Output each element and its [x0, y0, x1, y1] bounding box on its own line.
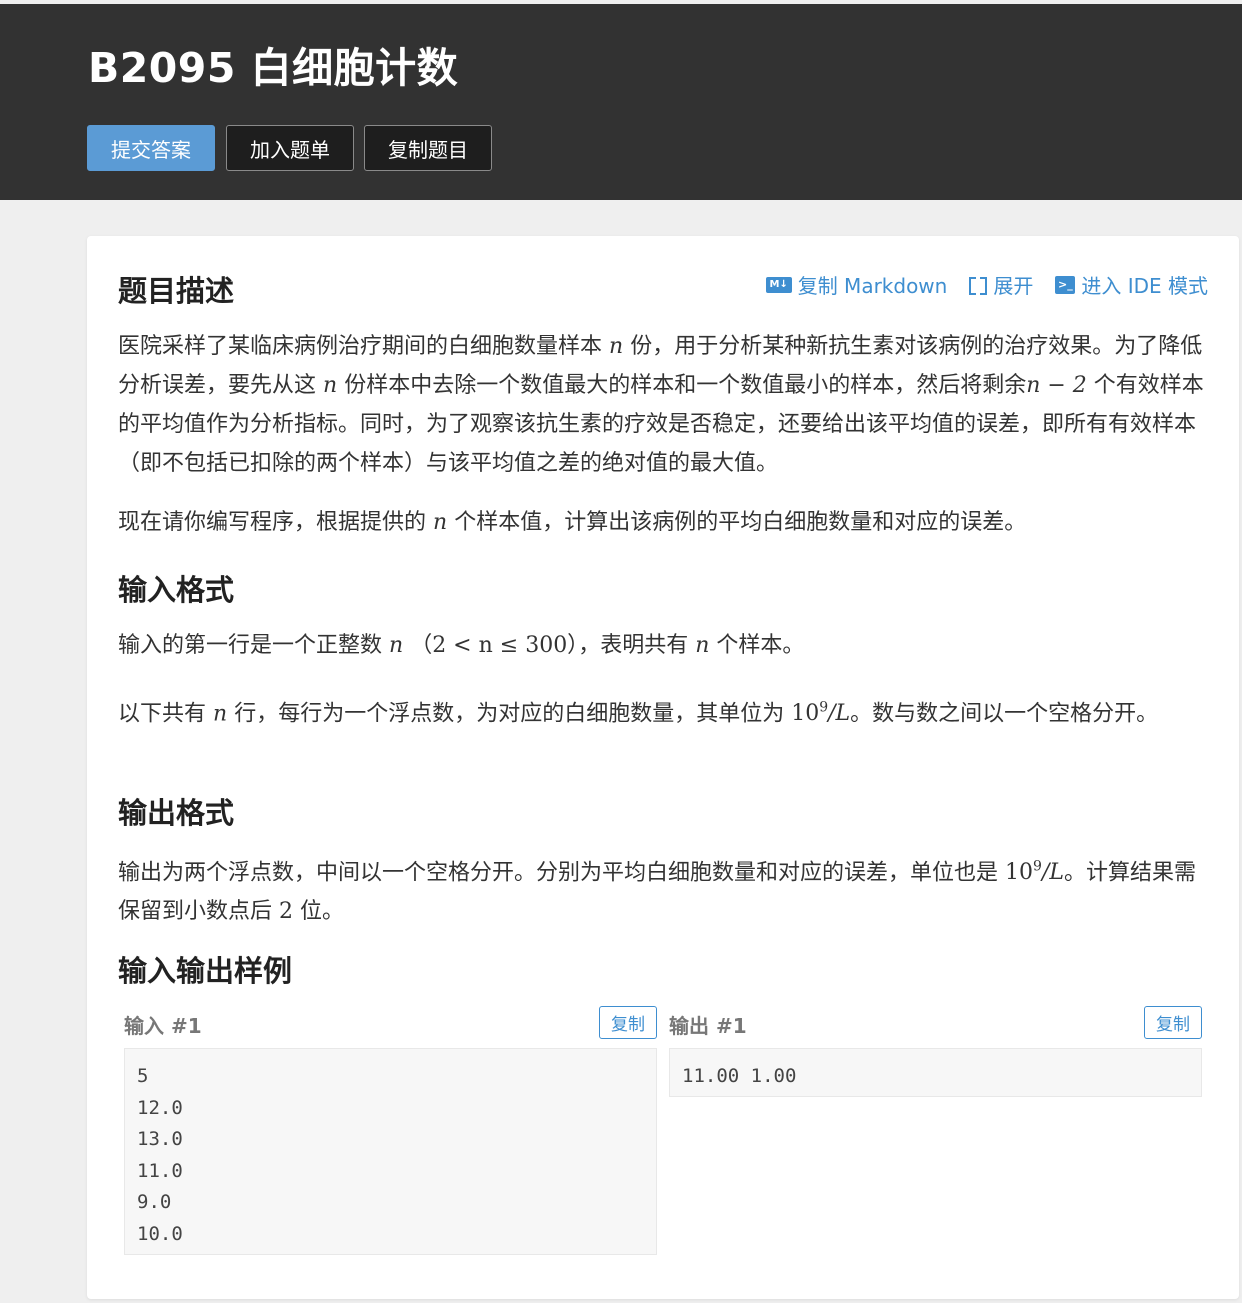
sample-output-box: 11.00 1.00 [669, 1048, 1202, 1097]
code-line: 9.0 [137, 1191, 172, 1214]
text: 输出为两个浮点数，中间以一个空格分开。分别为平均白细胞数量和对应的误差，单位也是 [118, 860, 999, 886]
input-format-paragraph-1: 输入的第一行是一个正整数 n （2 < n ≤ 300），表明共有 n 个样本。 [118, 626, 1208, 665]
section-title-samples: 输入输出样例 [118, 954, 293, 988]
copy-markdown-link[interactable]: M↓ 复制 Markdown [765, 270, 948, 299]
expand-link[interactable]: 展开 [969, 270, 1033, 299]
submit-answer-button[interactable]: 提交答案 [87, 125, 215, 171]
sample-input-box: 5 12.0 13.0 11.0 9.0 10.0 [124, 1048, 657, 1255]
ide-mode-label: 进入 IDE 模式 [1081, 274, 1208, 298]
text: 。数与数之间以一个空格分开。 [850, 701, 1159, 727]
sample-input-label: 输入 #1 [124, 1014, 202, 1038]
unit-exponent: 9 [819, 700, 829, 716]
expand-icon [969, 276, 988, 295]
problem-title: B2095 白细胞计数 [88, 44, 459, 92]
text: 份样本中去除一个数值最大的样本和一个数值最小的样本，然后将剩余 [344, 373, 1027, 398]
output-format-paragraph: 输出为两个浮点数，中间以一个空格分开。分别为平均白细胞数量和对应的误差，单位也是… [118, 848, 1208, 931]
problem-card: 题目描述 M↓ 复制 Markdown 展开 >_ 进入 IDE 模式 医院采样… [87, 236, 1239, 1299]
math-number: 2 [279, 899, 294, 925]
sample-output-label: 输出 #1 [669, 1014, 747, 1038]
math-var: n [695, 633, 710, 658]
code-line: 11.0 [137, 1159, 183, 1182]
text: 个样本。 [716, 633, 805, 658]
text: 位。 [300, 899, 345, 925]
add-to-list-button[interactable]: 加入题单 [226, 125, 354, 171]
copy-problem-button[interactable]: 复制题目 [364, 125, 492, 171]
text: ，表明共有 [578, 633, 689, 658]
text: 个样本值，计算出该病例的平均白细胞数量和对应的误差。 [454, 510, 1027, 535]
math-var: n [389, 633, 404, 658]
section-title-description: 题目描述 [118, 274, 235, 308]
unit-expression: 109/L [791, 700, 851, 727]
section-title-input-format: 输入格式 [118, 573, 235, 607]
code-line: 13.0 [137, 1128, 183, 1151]
card-toolbar: M↓ 复制 Markdown 展开 >_ 进入 IDE 模式 [765, 270, 1208, 299]
text: 现在请你编写程序，根据提供的 [118, 510, 427, 535]
description-paragraph-1: 医院采样了某临床病例治疗期间的白细胞数量样本 n 份，用于分析某种新抗生素对该病… [118, 327, 1208, 483]
copy-output-button[interactable]: 复制 [1144, 1006, 1202, 1039]
section-title-output-format: 输出格式 [118, 796, 235, 830]
text: 以下共有 [118, 701, 207, 727]
code-line: 10.0 [137, 1222, 183, 1245]
input-format-paragraph-2: 以下共有 n 行，每行为一个浮点数，为对应的白细胞数量，其单位为 109/L。数… [118, 689, 1208, 733]
code-line: 5 [137, 1065, 149, 1087]
text: 输入的第一行是一个正整数 [118, 633, 383, 658]
math-var: n [609, 334, 624, 359]
unit-tail: /L [1041, 860, 1064, 886]
text: 医院采样了某临床病例治疗期间的白细胞数量样本 [118, 334, 603, 359]
problem-header: B2095 白细胞计数 提交答案 加入题单 复制题目 [0, 4, 1242, 200]
markdown-icon: M↓ [765, 276, 792, 293]
text: 行，每行为一个浮点数，为对应的白细胞数量，其单位为 [234, 701, 785, 727]
code-line: 12.0 [137, 1096, 183, 1119]
unit-tail: /L [828, 701, 851, 727]
copy-markdown-label: 复制 Markdown [797, 274, 948, 298]
math-condition: （2 < n ≤ 300） [410, 633, 579, 658]
unit-expression: 109/L [1005, 859, 1064, 886]
math-var: n [323, 373, 338, 398]
math-expr: n − 2 [1026, 373, 1087, 398]
terminal-icon: >_ [1055, 275, 1076, 294]
math-var: n [213, 701, 228, 727]
unit-base: 10 [791, 701, 820, 727]
expand-label: 展开 [993, 274, 1034, 298]
ide-mode-link[interactable]: >_ 进入 IDE 模式 [1055, 270, 1208, 299]
description-paragraph-2: 现在请你编写程序，根据提供的 n 个样本值，计算出该病例的平均白细胞数量和对应的… [118, 503, 1208, 542]
unit-exponent: 9 [1033, 859, 1042, 875]
math-var: n [433, 510, 448, 535]
copy-input-button[interactable]: 复制 [599, 1006, 657, 1039]
unit-base: 10 [1005, 860, 1034, 886]
code-line: 11.00 1.00 [682, 1065, 797, 1087]
